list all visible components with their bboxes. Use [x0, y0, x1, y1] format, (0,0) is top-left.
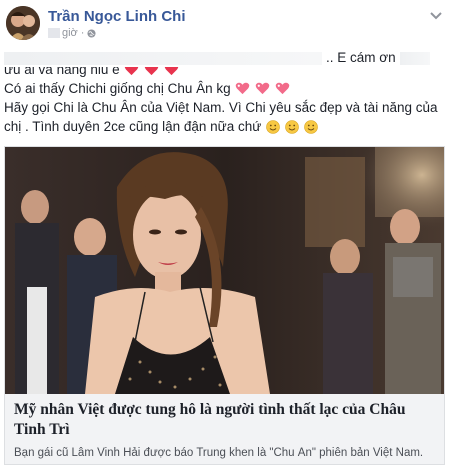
meta-separator: ·	[80, 27, 85, 39]
link-preview-description: Bạn gái cũ Lâm Vinh Hải được báo Trung k…	[14, 447, 424, 459]
facebook-post: Trần Ngọc Linh Chi giờ · .. E cám ơn ưu …	[0, 0, 449, 465]
post-line-3: Có ai thấy Chichi giống chị Chu Ân kg	[4, 79, 444, 98]
globe-icon[interactable]	[87, 28, 97, 38]
post-meta: giờ ·	[48, 27, 97, 39]
author-avatar[interactable]	[6, 6, 40, 40]
heart-icon	[144, 67, 159, 76]
post-line-5-text: chị . Tình duyên 2ce cũng lận đận nữa ch…	[4, 119, 262, 134]
post-line-2-text: ưu ái và nâng niu e	[4, 67, 120, 77]
chevron-down-icon[interactable]	[430, 10, 442, 20]
post-line-5: chị . Tình duyên 2ce cũng lận đận nữa ch…	[4, 117, 444, 136]
author-name[interactable]: Trần Ngọc Linh Chi	[48, 8, 186, 25]
smile-emoji-icon	[284, 120, 299, 134]
post-line-1: .. E cám ơn	[4, 48, 444, 67]
post-line-1-text: .. E cám ơn	[326, 50, 396, 65]
heart-icon	[164, 67, 179, 76]
text-redaction-end	[400, 52, 430, 65]
heart-icon	[125, 67, 139, 76]
link-preview-title[interactable]: Mỹ nhân Việt được tung hô là người tình …	[14, 400, 436, 440]
timestamp-redaction	[48, 28, 60, 38]
post-line-2: ưu ái và nâng niu e	[4, 67, 444, 79]
link-preview-body[interactable]: Mỹ nhân Việt được tung hô là người tình …	[5, 394, 444, 464]
link-preview-card[interactable]: Mỹ nhân Việt được tung hô là người tình …	[4, 146, 445, 465]
smile-emoji-icon	[303, 120, 318, 134]
post-header: Trần Ngọc Linh Chi giờ ·	[0, 0, 449, 44]
sparkling-heart-icon	[236, 82, 250, 95]
smile-emoji-icon	[266, 120, 280, 134]
sparkling-heart-icon	[275, 82, 290, 95]
post-text: .. E cám ơn ưu ái và nâng niu e Có ai th…	[4, 48, 444, 136]
post-line-4-text: Hãy gọi Chi là Chu Ân của Việt Nam. Vì C…	[4, 100, 438, 115]
link-preview-image[interactable]	[5, 147, 444, 394]
sparkling-heart-icon	[255, 82, 270, 95]
post-time[interactable]: giờ	[62, 27, 78, 39]
post-line-3-text: Có ai thấy Chichi giống chị Chu Ân kg	[4, 81, 231, 96]
text-redaction	[4, 52, 322, 65]
post-line-4: Hãy gọi Chi là Chu Ân của Việt Nam. Vì C…	[4, 98, 444, 117]
